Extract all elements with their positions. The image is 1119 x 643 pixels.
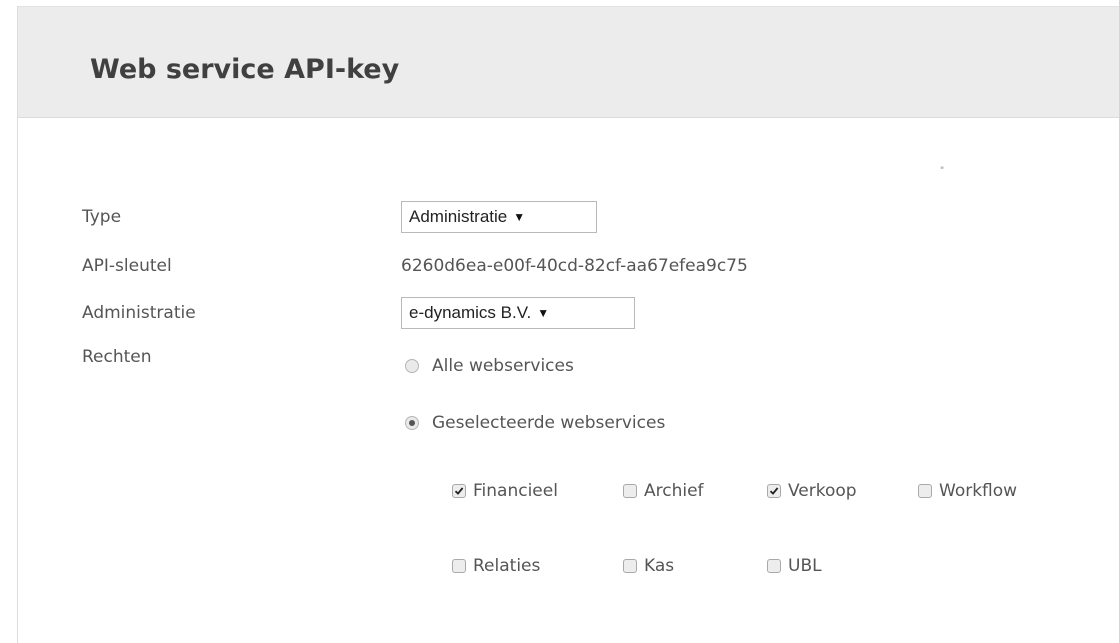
api-key-label: API-sleutel	[82, 256, 172, 276]
checkbox-verkoop[interactable]: Verkoop	[767, 481, 857, 501]
checkbox[interactable]	[623, 484, 637, 498]
type-select[interactable]: Administratie ▼	[401, 201, 597, 233]
checkbox-label: UBL	[788, 556, 822, 576]
checkmark-icon	[769, 487, 779, 495]
panel-header: Web service API-key	[18, 7, 1119, 118]
type-select-value: Administratie	[409, 207, 508, 226]
radio-label: Geselecteerde webservices	[432, 413, 666, 433]
checkbox[interactable]	[767, 559, 781, 573]
api-key-value: 6260d6ea-e00f-40cd-82cf-aa67efea9c75	[401, 256, 748, 276]
checkbox-label: Relaties	[473, 556, 541, 576]
checkmark-icon	[454, 487, 464, 495]
type-label: Type	[82, 207, 122, 227]
checkbox[interactable]	[918, 484, 932, 498]
triangle-down-icon: ▼	[513, 210, 526, 224]
rights-label: Rechten	[82, 347, 152, 367]
checkbox-kas[interactable]: Kas	[623, 556, 674, 576]
radio-button[interactable]	[405, 359, 419, 373]
radio-button[interactable]	[405, 416, 419, 430]
checkbox[interactable]	[767, 484, 781, 498]
administration-select-value: e-dynamics B.V.	[409, 303, 532, 322]
checkbox[interactable]	[452, 559, 466, 573]
checkbox[interactable]	[452, 484, 466, 498]
checkbox-label: Financieel	[473, 481, 558, 501]
radio-selected-webservices[interactable]: Geselecteerde webservices	[405, 413, 665, 433]
checkbox-relaties[interactable]: Relaties	[452, 556, 540, 576]
checkbox-label: Workflow	[939, 481, 1018, 501]
triangle-down-icon: ▼	[537, 306, 550, 320]
checkbox-label: Verkoop	[788, 481, 857, 501]
checkbox-label: Kas	[644, 556, 675, 576]
checkbox[interactable]	[623, 559, 637, 573]
radio-label: Alle webservices	[432, 356, 574, 376]
checkbox-financieel[interactable]: Financieel	[452, 481, 558, 501]
checkbox-workflow[interactable]: Workflow	[918, 481, 1017, 501]
checkbox-ubl[interactable]: UBL	[767, 556, 822, 576]
stray-mark: "	[940, 166, 945, 176]
page-title: Web service API-key	[90, 54, 400, 85]
radio-all-webservices[interactable]: Alle webservices	[405, 356, 574, 376]
administration-select[interactable]: e-dynamics B.V. ▼	[401, 297, 635, 329]
checkbox-archief[interactable]: Archief	[623, 481, 704, 501]
administration-label: Administratie	[82, 303, 196, 323]
checkbox-label: Archief	[644, 481, 704, 501]
